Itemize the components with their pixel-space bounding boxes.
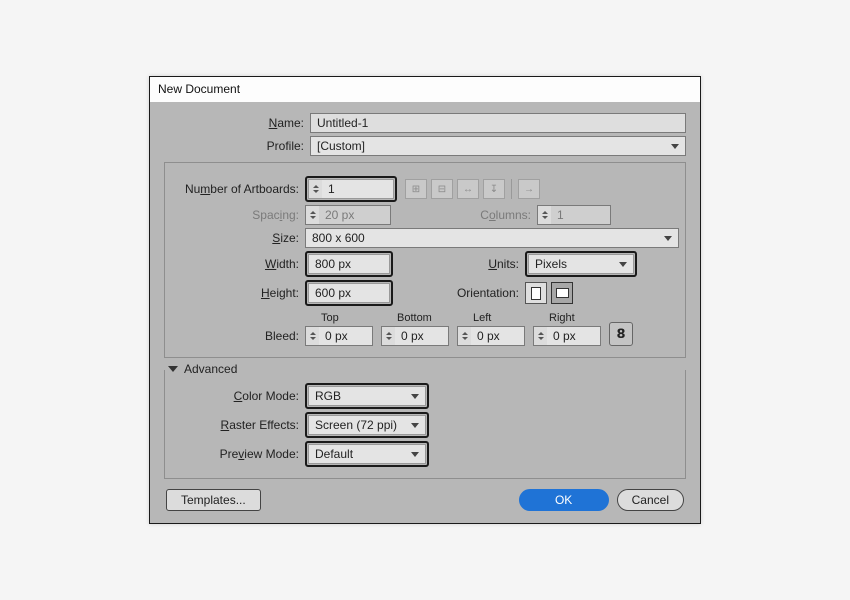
height-highlight: 600 px (305, 280, 393, 306)
bleed-top-stepper[interactable]: 0 px (305, 326, 373, 346)
raster-label: Raster Effects: (171, 418, 305, 432)
bleed-right-value[interactable]: 0 px (547, 326, 601, 346)
raster-highlight: Screen (72 ppi) (305, 412, 429, 438)
columns-value: 1 (551, 205, 611, 225)
height-label: Height: (171, 286, 305, 300)
units-select[interactable]: Pixels (528, 254, 634, 274)
grid-col-icon[interactable]: ⊟ (431, 179, 453, 199)
profile-label: Profile: (164, 139, 310, 153)
window-title: New Document (150, 77, 700, 102)
advanced-group: Color Mode: RGB Raster Effects: Screen (… (164, 370, 686, 479)
templates-button[interactable]: Templates... (166, 489, 261, 511)
orientation-toggle (525, 282, 573, 304)
new-document-dialog: New Document Name: Untitled-1 Profile: [… (149, 76, 701, 524)
artboard-arrange-icons: ⊞ ⊟ ↔ ↧ → (405, 179, 540, 199)
size-select[interactable]: 800 x 600 (305, 228, 679, 248)
preview-select[interactable]: Default (308, 444, 426, 464)
chevron-down-icon (671, 144, 679, 149)
width-highlight: 800 px (305, 251, 393, 277)
raster-select[interactable]: Screen (72 ppi) (308, 415, 426, 435)
columns-stepper: 1 (537, 205, 611, 225)
name-input[interactable]: Untitled-1 (310, 113, 686, 133)
chevron-down-icon (411, 423, 419, 428)
columns-label: Columns: (391, 208, 537, 222)
spacing-stepper: 20 px (305, 205, 391, 225)
orientation-label: Orientation: (393, 286, 525, 300)
bleed-right-label: Right (533, 312, 601, 326)
bleed-bottom-label: Bottom (381, 312, 449, 326)
size-value: 800 x 600 (312, 231, 365, 245)
chevron-down-icon (411, 452, 419, 457)
bleed-bottom-stepper[interactable]: 0 px (381, 326, 449, 346)
height-input[interactable]: 600 px (308, 283, 390, 303)
color-mode-value: RGB (315, 389, 341, 403)
artboards-label: Number of Artboards: (171, 182, 305, 196)
stepper-icon (537, 205, 551, 225)
chevron-down-icon (411, 394, 419, 399)
stepper-icon (308, 179, 322, 199)
width-input[interactable]: 800 px (308, 254, 390, 274)
width-label: Width: (171, 257, 305, 271)
bleed-left-label: Left (457, 312, 525, 326)
arrange-rl-icon[interactable]: ↔ (457, 179, 479, 199)
bleed-top-value[interactable]: 0 px (319, 326, 373, 346)
bleed-left-stepper[interactable]: 0 px (457, 326, 525, 346)
dialog-body: Name: Untitled-1 Profile: [Custom] Numbe… (150, 102, 700, 523)
color-mode-select[interactable]: RGB (308, 386, 426, 406)
spacing-label: Spacing: (171, 208, 305, 222)
preview-label: Preview Mode: (171, 447, 305, 461)
chevron-down-icon (619, 262, 627, 267)
preview-value: Default (315, 447, 353, 461)
advanced-label: Advanced (184, 362, 237, 376)
arrange-down-icon[interactable]: ↧ (483, 179, 505, 199)
units-label: Units: (393, 257, 525, 271)
bleed-group: Top 0 px Bottom 0 px L (305, 312, 633, 346)
profile-value: [Custom] (317, 139, 365, 153)
grid-row-icon[interactable]: ⊞ (405, 179, 427, 199)
name-label: Name: (164, 116, 310, 130)
orientation-portrait[interactable] (525, 282, 547, 304)
raster-value: Screen (72 ppi) (315, 418, 397, 432)
size-label: Size: (171, 231, 305, 245)
bleed-top-label: Top (305, 312, 373, 326)
artboards-highlight: 1 (305, 176, 397, 202)
artboards-stepper[interactable]: 1 (308, 179, 394, 199)
preview-highlight: Default (305, 441, 429, 467)
chevron-down-icon (168, 366, 178, 372)
ok-button[interactable]: OK (519, 489, 609, 511)
color-mode-label: Color Mode: (171, 389, 305, 403)
color-mode-highlight: RGB (305, 383, 429, 409)
units-highlight: Pixels (525, 251, 637, 277)
artboards-value[interactable]: 1 (322, 179, 394, 199)
orientation-landscape[interactable] (551, 282, 573, 304)
arrange-right-icon[interactable]: → (518, 179, 540, 199)
link-bleed-icon[interactable]: 𝟴 (609, 322, 633, 346)
stepper-icon (305, 205, 319, 225)
dialog-footer: Templates... OK Cancel (164, 479, 686, 513)
spacing-value: 20 px (319, 205, 391, 225)
bleed-label: Bleed: (171, 329, 305, 346)
cancel-button[interactable]: Cancel (617, 489, 684, 511)
profile-select[interactable]: [Custom] (310, 136, 686, 156)
chevron-down-icon (664, 236, 672, 241)
separator (511, 179, 512, 199)
bleed-bottom-value[interactable]: 0 px (395, 326, 449, 346)
bleed-right-stepper[interactable]: 0 px (533, 326, 601, 346)
units-value: Pixels (535, 257, 567, 271)
artboard-group: Number of Artboards: 1 ⊞ ⊟ ↔ ↧ → (164, 162, 686, 358)
bleed-left-value[interactable]: 0 px (471, 326, 525, 346)
